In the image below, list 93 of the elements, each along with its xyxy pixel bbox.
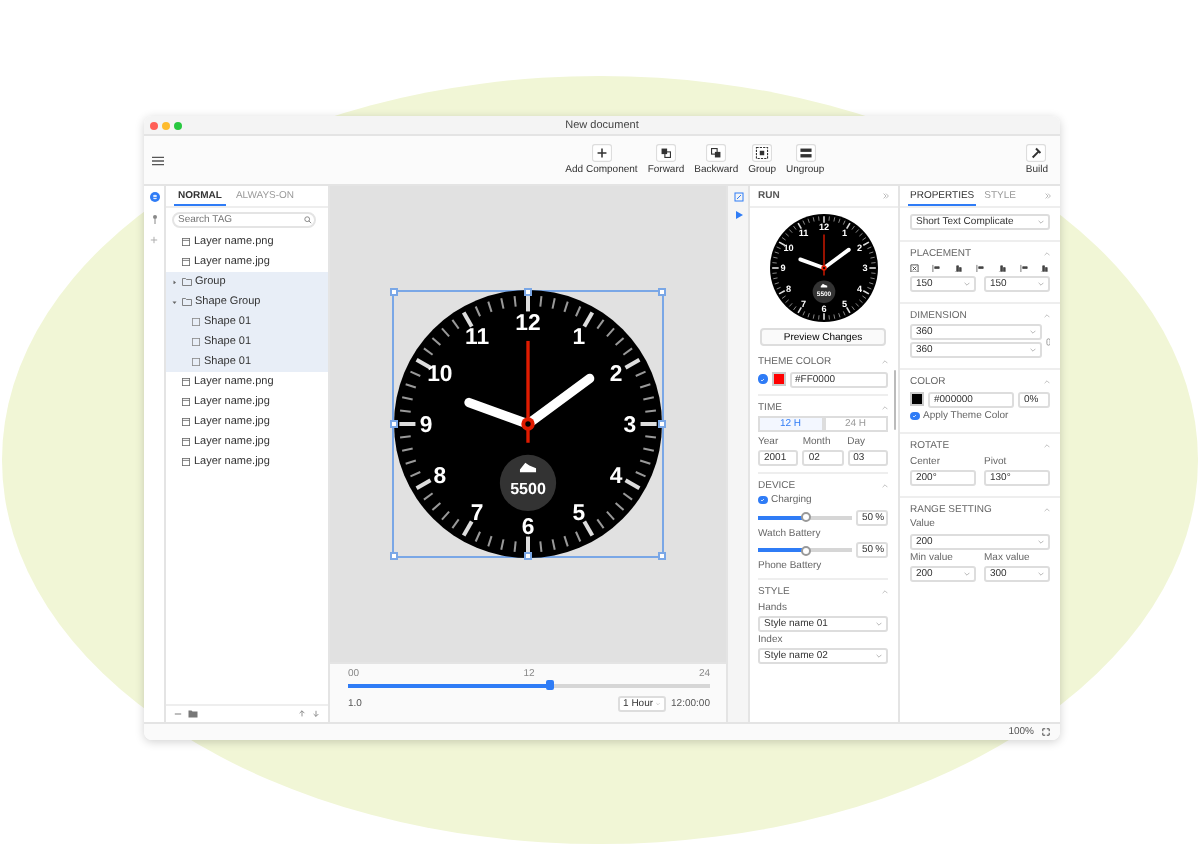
caret-icon bbox=[1038, 572, 1044, 576]
upload-icon[interactable] bbox=[298, 710, 306, 718]
caret-icon bbox=[1038, 539, 1044, 543]
dial-number: 5 bbox=[572, 502, 586, 527]
dial-number: 9 bbox=[419, 414, 433, 439]
align-icon[interactable] bbox=[997, 263, 1007, 272]
fit-screen-icon[interactable] bbox=[1042, 728, 1050, 736]
second-hand bbox=[822, 233, 824, 277]
plus-icon bbox=[591, 143, 612, 162]
center-cap bbox=[521, 417, 535, 431]
battery-slider[interactable] bbox=[758, 545, 852, 555]
dial-number: 8 bbox=[433, 464, 447, 489]
ungroup-icon bbox=[795, 143, 816, 162]
align-icon[interactable] bbox=[975, 263, 985, 272]
image-icon bbox=[182, 238, 190, 246]
caret-icon bbox=[876, 621, 882, 625]
collapse-icon[interactable] bbox=[882, 192, 890, 200]
folder-icon bbox=[181, 278, 191, 286]
center-cap bbox=[820, 265, 826, 271]
image-icon bbox=[182, 258, 190, 266]
layers-icon[interactable] bbox=[149, 192, 159, 202]
play-icon[interactable] bbox=[733, 210, 743, 220]
menu-icon[interactable] bbox=[152, 155, 164, 165]
resize-handle[interactable] bbox=[658, 420, 666, 428]
download-icon[interactable] bbox=[312, 710, 320, 718]
color-swatch[interactable] bbox=[910, 392, 924, 406]
dial-number: 1 bbox=[572, 325, 586, 350]
watch-dial bbox=[769, 214, 877, 322]
image-icon bbox=[182, 438, 190, 446]
link-icon[interactable] bbox=[1045, 337, 1050, 345]
image-icon bbox=[182, 418, 190, 426]
complication-background bbox=[811, 280, 835, 304]
image-icon bbox=[182, 378, 190, 386]
resize-handle[interactable] bbox=[390, 552, 398, 560]
maximize-button[interactable] bbox=[174, 121, 182, 129]
slider-thumb[interactable] bbox=[800, 512, 810, 522]
folder-icon[interactable] bbox=[188, 710, 198, 718]
shape-icon bbox=[192, 338, 200, 346]
align-icon[interactable] bbox=[931, 263, 941, 272]
align-icon[interactable] bbox=[1040, 263, 1050, 272]
minus-icon[interactable] bbox=[174, 710, 182, 718]
close-button[interactable] bbox=[150, 121, 158, 129]
caret-icon bbox=[876, 654, 882, 658]
search-icon bbox=[304, 216, 312, 224]
caret-icon bbox=[1029, 330, 1035, 334]
checkbox[interactable] bbox=[910, 411, 919, 421]
slider-thumb[interactable] bbox=[546, 680, 555, 690]
resize-handle[interactable] bbox=[658, 288, 666, 296]
align-icon[interactable] bbox=[910, 263, 919, 272]
align-icon[interactable] bbox=[953, 263, 963, 272]
add-icon[interactable] bbox=[150, 236, 158, 244]
dial-number: 7 bbox=[470, 502, 484, 527]
send-backward-icon bbox=[706, 143, 727, 162]
checkbox[interactable] bbox=[758, 495, 767, 505]
image-icon bbox=[182, 458, 190, 466]
folder-icon bbox=[181, 298, 191, 306]
hammer-icon bbox=[1026, 143, 1047, 162]
complication-background bbox=[499, 454, 557, 512]
caret-icon bbox=[1038, 220, 1044, 224]
dial-number: 10 bbox=[427, 363, 453, 388]
caret-icon bbox=[1038, 281, 1044, 285]
minute-hand bbox=[821, 247, 850, 270]
resize-handle[interactable] bbox=[658, 552, 666, 560]
shape-icon bbox=[192, 318, 200, 326]
align-icon[interactable] bbox=[1019, 263, 1029, 272]
image-icon bbox=[182, 398, 190, 406]
minimize-button[interactable] bbox=[162, 121, 170, 129]
dial-number: 4 bbox=[609, 464, 623, 489]
caret-icon bbox=[964, 281, 970, 285]
shape-icon bbox=[192, 358, 200, 366]
dial-number: 11 bbox=[465, 325, 490, 350]
collapse-icon[interactable] bbox=[1044, 192, 1052, 200]
resize-handle[interactable] bbox=[524, 288, 532, 296]
scrollbar[interactable] bbox=[893, 370, 896, 430]
battery-slider[interactable] bbox=[758, 512, 852, 522]
dial-number: 2 bbox=[609, 363, 623, 388]
slider-thumb[interactable] bbox=[800, 545, 810, 555]
pin-icon[interactable] bbox=[149, 214, 159, 224]
checkbox[interactable] bbox=[758, 374, 767, 384]
caret-icon bbox=[1029, 348, 1035, 352]
dial-number: 12 bbox=[515, 312, 541, 337]
resize-handle[interactable] bbox=[390, 288, 398, 296]
edit-icon[interactable] bbox=[733, 192, 743, 202]
second-hand bbox=[526, 340, 530, 443]
color-swatch[interactable] bbox=[771, 372, 785, 386]
resize-handle[interactable] bbox=[390, 420, 398, 428]
bring-forward-icon bbox=[655, 143, 676, 162]
hour-hand bbox=[797, 257, 825, 270]
caret-icon bbox=[964, 572, 970, 576]
group-icon bbox=[752, 143, 773, 162]
dial-number: 6 bbox=[521, 515, 535, 540]
dial-number: 3 bbox=[623, 414, 637, 439]
resize-handle[interactable] bbox=[524, 552, 532, 560]
